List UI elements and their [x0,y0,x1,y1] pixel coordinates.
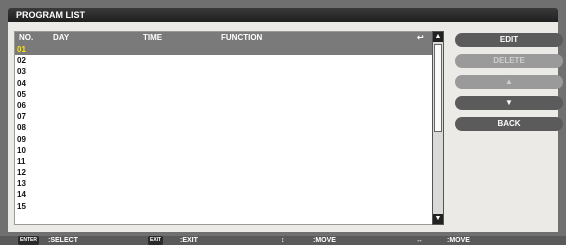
program-table: NO. DAY TIME FUNCTION ↩ 01 02 03 04 05 06 07 08… [14,31,434,225]
return-icon[interactable]: ↩ [417,32,424,44]
table-header: NO. DAY TIME FUNCTION ↩ [15,32,433,44]
table-row[interactable]: 12 [15,167,433,178]
table-row[interactable]: 07 [15,111,433,122]
table-row[interactable]: 05 [15,89,433,100]
move-hint-2: :MOVE [447,237,470,244]
down-triangle-icon: ▼ [505,98,513,107]
table-row[interactable]: 14 [15,189,433,200]
leftright-arrows-icon: ↔ [416,237,423,244]
move-hint-1: :MOVE [313,237,336,244]
table-row[interactable]: 01 [15,44,433,56]
table-row[interactable]: 03 [15,66,433,77]
table-row[interactable]: 15 [15,201,433,212]
row-number: 08 [17,123,26,133]
content-panel: NO. DAY TIME FUNCTION ↩ 01 02 03 04 05 06 07 08… [8,22,563,232]
updown-arrows-icon: ↕ [281,237,285,244]
table-row[interactable]: 09 [15,134,433,145]
row-number: 01 [17,45,26,54]
exit-key-icon: EXIT [148,236,164,245]
table-row[interactable]: 11 [15,156,433,167]
row-number: 12 [17,168,26,178]
col-no: NO. [19,33,34,42]
col-time: TIME [143,33,163,42]
table-row[interactable]: 06 [15,100,433,111]
row-number: 11 [17,156,26,166]
row-number: 15 [17,201,26,211]
table-row[interactable]: 02 [15,55,433,66]
row-number: 02 [17,56,26,66]
row-number: 05 [17,89,26,99]
row-number: 04 [17,78,26,88]
window-title: PROGRAM LIST [8,8,558,22]
table-row[interactable]: 13 [15,178,433,189]
delete-button[interactable]: DELETE [455,54,563,68]
row-number: 10 [17,145,26,155]
row-number: 07 [17,112,26,122]
back-button[interactable]: BACK [455,117,563,131]
col-function: FUNCTION [221,33,263,42]
exit-hint: :EXIT [180,237,198,244]
scroll-down-icon[interactable]: ▼ [433,214,443,224]
move-up-button[interactable]: ▲ [455,75,563,89]
table-row[interactable]: 10 [15,145,433,156]
row-number: 06 [17,100,26,110]
enter-key-icon: ENTER [18,236,39,245]
footer-help: ENTER :SELECT EXIT :EXIT ↕ :MOVE ↔ :MOVE [0,236,566,245]
scrollbar[interactable]: ▲ ▼ [432,31,444,225]
edit-button[interactable]: EDIT [455,33,563,47]
scroll-thumb[interactable] [434,44,442,132]
move-down-button[interactable]: ▼ [455,96,563,110]
col-day: DAY [53,33,70,42]
row-number: 13 [17,179,26,189]
select-hint: :SELECT [48,237,78,244]
table-row[interactable]: 08 [15,122,433,133]
program-list-window: PROGRAM LIST NO. DAY TIME FUNCTION ↩ 01 0… [0,0,566,245]
up-triangle-icon: ▲ [505,77,513,86]
row-number: 09 [17,134,26,144]
table-row[interactable]: 04 [15,78,433,89]
scroll-up-icon[interactable]: ▲ [433,32,443,42]
row-number: 14 [17,190,26,200]
row-number: 03 [17,67,26,77]
